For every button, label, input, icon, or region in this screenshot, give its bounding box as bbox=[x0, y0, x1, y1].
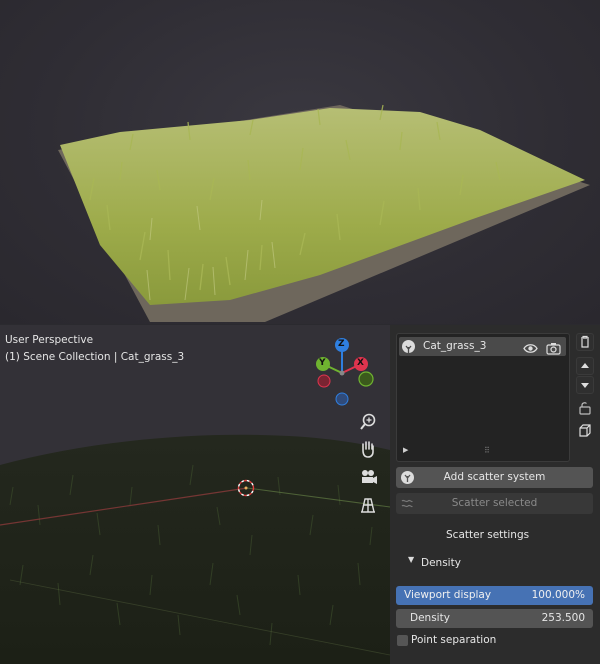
scatter-settings-title: Scatter settings bbox=[446, 529, 530, 541]
point-separation-label: Point separation bbox=[411, 634, 497, 646]
resize-grip-icon[interactable]: ⠿ bbox=[484, 446, 491, 455]
cube-icon[interactable] bbox=[576, 423, 594, 441]
grass-patch-render bbox=[58, 104, 590, 322]
zoom-icon[interactable] bbox=[357, 411, 379, 433]
scatter-selected-label: Scatter selected bbox=[451, 497, 538, 509]
add-scatter-system-label: Add scatter system bbox=[443, 471, 546, 483]
density-field[interactable]: Density 253.500 bbox=[396, 609, 593, 628]
viewport-collection-label: (1) Scene Collection | Cat_grass_3 bbox=[5, 351, 185, 363]
list-item-label: Cat_grass_3 bbox=[423, 340, 487, 352]
list-item[interactable]: Cat_grass_3 bbox=[399, 337, 566, 356]
hand-icon[interactable] bbox=[357, 438, 379, 460]
navigation-gizmo[interactable]: Z Y X bbox=[306, 337, 378, 409]
arrow-down-icon[interactable] bbox=[576, 376, 594, 394]
play-icon[interactable]: ▶ bbox=[403, 446, 408, 454]
gizmo-z-label: Z bbox=[338, 339, 345, 349]
viewport-display-label: Viewport display bbox=[404, 589, 492, 601]
scatter-icon bbox=[400, 497, 414, 510]
density-label: Density bbox=[410, 612, 450, 624]
trash-icon[interactable] bbox=[576, 333, 594, 351]
density-section-label: Density bbox=[421, 557, 461, 569]
viewport-display-field[interactable]: Viewport display 100.000% bbox=[396, 586, 593, 605]
grid-icon[interactable] bbox=[357, 494, 379, 516]
scatter-selected-button[interactable]: Scatter selected bbox=[396, 493, 593, 514]
viewport-mode-label: User Perspective bbox=[5, 334, 94, 346]
density-section-header[interactable]: ▼ Density bbox=[390, 550, 600, 574]
triangle-down-icon: ▼ bbox=[408, 555, 415, 564]
add-scatter-system-button[interactable]: Add scatter system bbox=[396, 467, 593, 488]
arrow-up-icon[interactable] bbox=[576, 357, 594, 375]
camera-icon[interactable] bbox=[546, 340, 561, 355]
3d-cursor-icon[interactable] bbox=[237, 479, 255, 497]
lock-icon[interactable] bbox=[576, 400, 594, 418]
point-separation-checkbox[interactable] bbox=[397, 635, 408, 646]
render-preview bbox=[0, 0, 600, 324]
eye-icon[interactable] bbox=[523, 340, 538, 353]
camera-view-icon[interactable] bbox=[357, 466, 379, 488]
gizmo-x-label: X bbox=[357, 358, 364, 368]
viewport-display-value: 100.000% bbox=[531, 589, 585, 601]
gizmo-y-label: Y bbox=[319, 358, 326, 368]
density-value: 253.500 bbox=[541, 612, 585, 624]
grass-icon bbox=[401, 471, 414, 484]
grass-icon bbox=[402, 340, 415, 353]
